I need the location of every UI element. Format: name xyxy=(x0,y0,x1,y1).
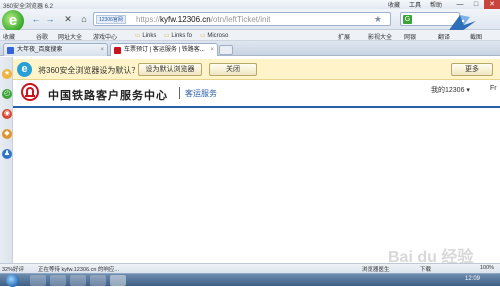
fav-translate[interactable]: 翻译 xyxy=(438,32,450,41)
navigation-bar: e ← → ✕ ⌂ 12306官网 https://kyfw.12306.cn/… xyxy=(0,9,500,37)
rating-text[interactable]: 32%好评 xyxy=(2,265,24,273)
my-account-link[interactable]: 我的12306 ▾ xyxy=(431,85,470,95)
language-link[interactable]: Fr xyxy=(490,85,497,92)
app-icon[interactable]: ◆ xyxy=(2,129,12,139)
history-icon[interactable]: ◴ xyxy=(2,89,12,99)
taskbar-browser[interactable] xyxy=(110,275,126,286)
fav-bank[interactable]: 网银 xyxy=(404,32,416,41)
fav-extensions[interactable]: 扩展 xyxy=(338,32,350,41)
menu-help[interactable]: 帮助 xyxy=(430,0,442,9)
ie-icon: e xyxy=(17,62,32,77)
search-engine-icon[interactable]: G xyxy=(403,15,412,24)
os-taskbar: 12:09 xyxy=(0,273,500,287)
minimize-button[interactable]: — xyxy=(452,0,468,9)
loading-status: 正在等待 kyfw.12306.cn 的响应... xyxy=(38,267,119,273)
zoom-level[interactable]: 100% xyxy=(480,265,494,271)
page-content xyxy=(13,110,500,263)
site-badge[interactable]: 12306官网 xyxy=(96,15,126,24)
tab-12306[interactable]: 车票预订 | 客运服务 | 铁路客... × xyxy=(110,43,218,56)
tab-label: 车票预订 | 客运服务 | 铁路客... xyxy=(124,47,205,53)
fav-screenshot[interactable]: 截图 xyxy=(470,32,482,41)
close-window-button[interactable]: ✕ xyxy=(484,0,500,9)
tab-label: 大年夜_百度搜索 xyxy=(17,47,63,53)
new-tab-button[interactable] xyxy=(219,45,233,55)
window-controls: — □ ✕ xyxy=(452,0,500,9)
set-default-button[interactable]: 设为默认浏览器 xyxy=(138,63,202,76)
menu-favorites[interactable]: 收藏 xyxy=(388,0,400,9)
fav-links[interactable]: Links xyxy=(135,32,156,39)
tab-close-icon[interactable]: × xyxy=(210,44,214,56)
back-button[interactable]: ← xyxy=(30,13,42,25)
site-header: 中国铁路客户服务中心 客运服务 我的12306 ▾ Fr xyxy=(13,80,500,108)
taskbar-app[interactable] xyxy=(70,275,86,286)
tab-bar: 大年夜_百度搜索 × 车票预订 | 客运服务 | 铁路客... × xyxy=(0,41,500,56)
clock[interactable]: 12:09 xyxy=(465,276,480,282)
forward-button[interactable]: → xyxy=(44,13,56,25)
railway-icon xyxy=(114,47,121,54)
taskbar-app[interactable] xyxy=(30,275,46,286)
status-bar: 32%好评 正在等待 kyfw.12306.cn 的响应... 浏览器医生 下载… xyxy=(0,263,500,273)
menu-bar: 收藏 工具 帮助 xyxy=(388,0,442,9)
maximize-button[interactable]: □ xyxy=(468,0,484,9)
left-sidebar: ★ ◴ ◉ ◆ ♟ xyxy=(0,57,13,263)
taskbar-app[interactable] xyxy=(90,275,106,286)
more-button[interactable]: 更多 xyxy=(451,63,493,76)
site-separator xyxy=(179,87,180,99)
tab-close-icon[interactable]: × xyxy=(100,44,104,56)
site-subtitle[interactable]: 客运服务 xyxy=(185,88,217,99)
fav-game-center[interactable]: 游戏中心 xyxy=(93,32,117,41)
favorites-star-icon[interactable]: ★ xyxy=(2,69,12,79)
menu-tools[interactable]: 工具 xyxy=(409,0,421,9)
weibo-icon[interactable]: ◉ xyxy=(2,109,12,119)
home-button[interactable]: ⌂ xyxy=(78,13,90,25)
download-button[interactable]: 下载 xyxy=(420,265,431,273)
china-railway-logo-icon[interactable] xyxy=(21,83,39,101)
default-browser-notification: e 将360安全浏览器设为默认？ 设为默认浏览器 关闭 更多 xyxy=(13,59,500,80)
favorites-bar: 收藏 谷歌 网址大全 游戏中心 Links Links fo Microso 扩… xyxy=(0,30,500,41)
browser-logo-icon[interactable]: e xyxy=(2,10,24,32)
browser-doctor[interactable]: 浏览器医生 xyxy=(362,265,390,273)
fav-collect[interactable]: 收藏 xyxy=(3,32,15,41)
fav-video[interactable]: 影视大全 xyxy=(368,32,392,41)
tab-baidu[interactable]: 大年夜_百度搜索 × xyxy=(3,43,108,56)
people-icon[interactable]: ♟ xyxy=(2,149,12,159)
title-bar: 360安全浏览器 6.2 收藏 工具 帮助 — □ ✕ xyxy=(0,0,500,10)
stop-button[interactable]: ✕ xyxy=(62,13,74,25)
start-button-icon[interactable] xyxy=(6,274,19,287)
url-text[interactable]: https://kyfw.12306.cn/otn/leftTicket/ini… xyxy=(136,15,270,24)
fav-site-directory[interactable]: 网址大全 xyxy=(58,32,82,41)
site-name[interactable]: 中国铁路客户服务中心 xyxy=(48,87,168,103)
fav-microsoft[interactable]: Microso xyxy=(200,32,228,39)
baidu-icon xyxy=(7,47,14,54)
notification-message: 将360安全浏览器设为默认？ xyxy=(38,66,140,75)
star-icon[interactable]: ★ xyxy=(374,14,382,25)
fav-links-for[interactable]: Links fo xyxy=(164,32,192,39)
fav-google[interactable]: 谷歌 xyxy=(36,32,48,41)
address-bar[interactable]: 12306官网 https://kyfw.12306.cn/otn/leftTi… xyxy=(93,12,391,26)
taskbar-app[interactable] xyxy=(50,275,66,286)
dismiss-button[interactable]: 关闭 xyxy=(209,63,257,76)
